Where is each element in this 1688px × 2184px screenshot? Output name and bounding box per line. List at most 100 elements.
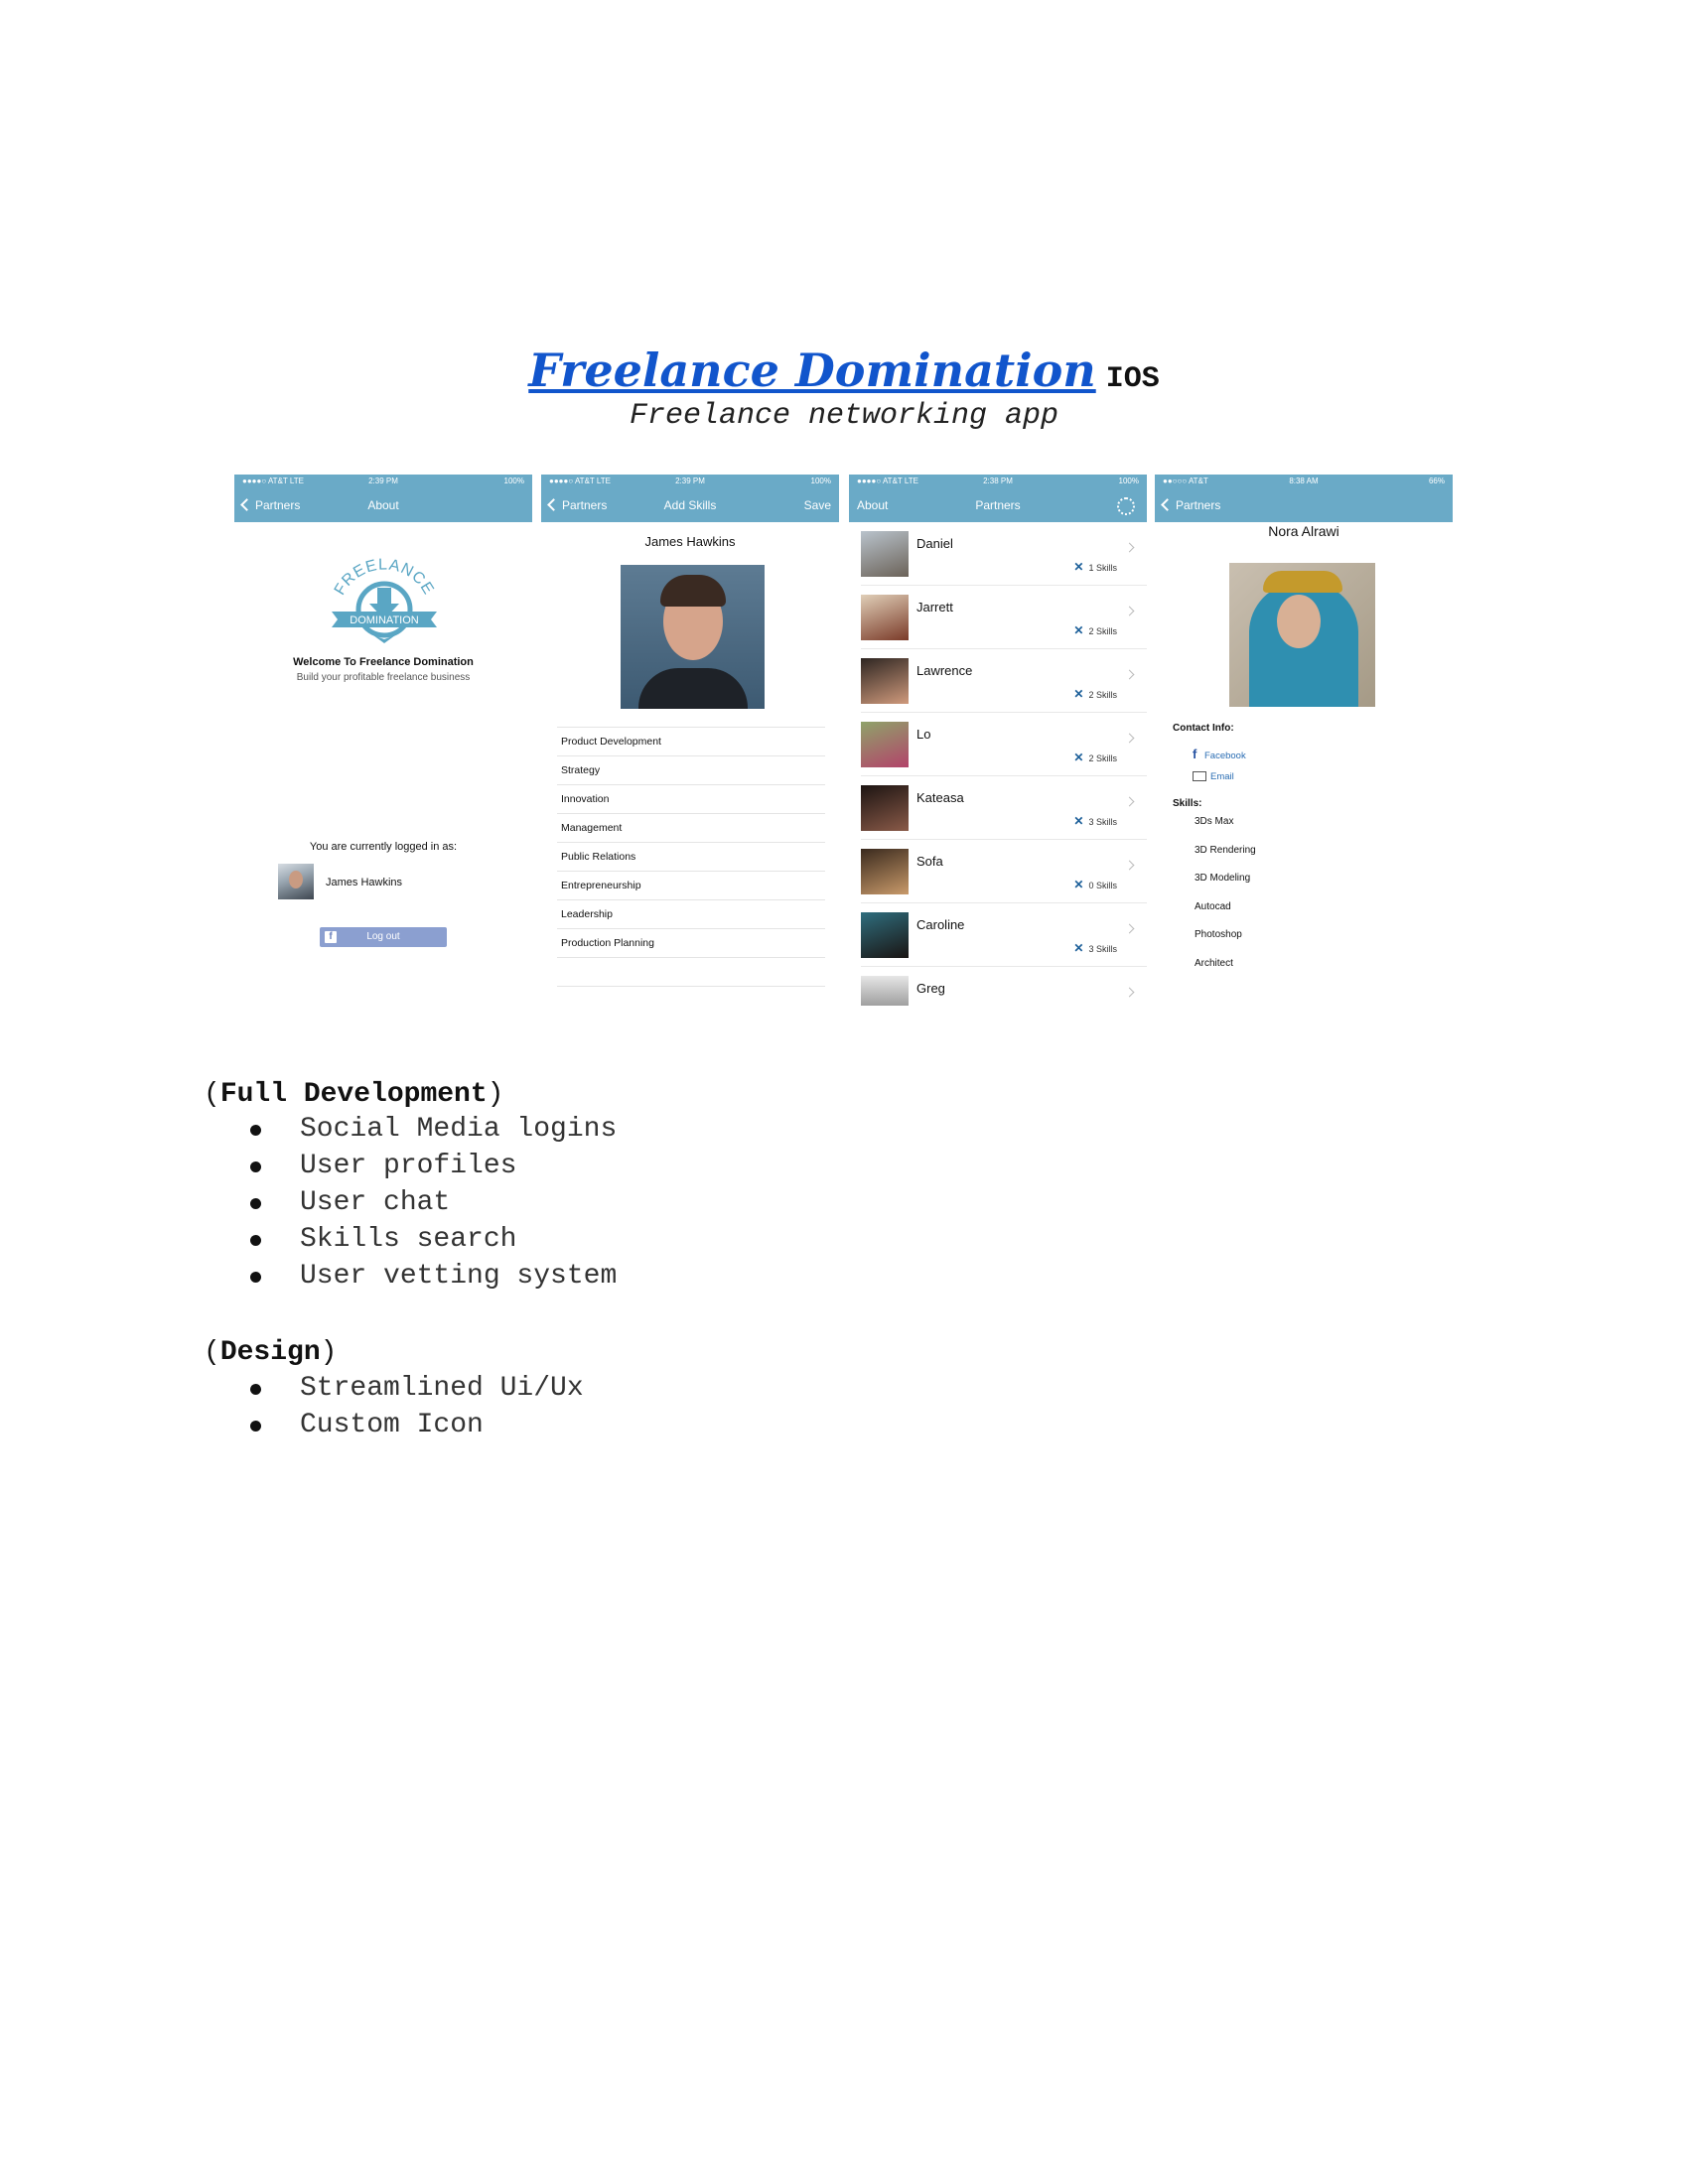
logged-in-label: You are currently logged in as: <box>309 841 458 853</box>
add-skills-screen: ●●●●○ AT&T LTE 2:39 PM 100% Partners Add… <box>541 475 839 1006</box>
tools-icon: ✕ <box>1073 878 1084 891</box>
nav-title: About <box>367 498 399 512</box>
design-heading: (Design) <box>204 1337 338 1368</box>
freelance-domination-logo: FREELANCE DOMINATION <box>332 556 437 643</box>
status-time: 2:39 PM <box>675 477 705 485</box>
save-button[interactable]: Save <box>804 498 831 512</box>
logged-in-user-name: James Hawkins <box>326 877 403 888</box>
about-screen: ●●●●○ AT&T LTE 2:39 PM 100% Partners Abo… <box>234 475 532 1006</box>
nav-bar: Partners About <box>234 488 532 522</box>
facebook-link[interactable]: f Facebook <box>1193 747 1246 761</box>
tools-icon: ✕ <box>1073 687 1084 701</box>
chevron-right-icon <box>1124 606 1135 616</box>
partner-name: Lawrence <box>916 663 973 678</box>
logout-button[interactable]: f Log out <box>320 927 447 947</box>
back-button-label: Partners <box>1176 498 1221 512</box>
skills-heading: Skills: <box>1173 798 1202 809</box>
skills-list: Product Development Strategy Innovation … <box>557 727 825 987</box>
partner-row[interactable]: Jarrett ✕ 2 Skills <box>861 586 1147 649</box>
status-bar: ●●○○○ AT&T 8:38 AM 66% <box>1155 475 1453 488</box>
facebook-icon: f <box>325 931 337 943</box>
skill-item[interactable]: Innovation <box>557 785 825 814</box>
partners-screen: ●●●●○ AT&T LTE 2:38 PM 100% About Partne… <box>849 475 1147 1006</box>
profile-name: Nora Alrawi <box>1268 523 1339 539</box>
tools-icon: ✕ <box>1073 751 1084 764</box>
chevron-right-icon <box>1124 923 1135 934</box>
nav-bar: Partners Add Skills Save <box>541 488 839 522</box>
full-development-heading: (Full Development) <box>204 1079 504 1110</box>
welcome-heading: Welcome To Freelance Domination <box>293 656 474 668</box>
feature-item: Social Media logins <box>248 1111 617 1148</box>
design-list: Streamlined Ui/Ux Custom Icon <box>248 1370 584 1443</box>
partner-name: Daniel <box>916 536 953 551</box>
battery-label: 66% <box>1428 477 1445 485</box>
profile-skill: 3Ds Max <box>1195 816 1234 827</box>
partner-name: Kateasa <box>916 790 964 805</box>
partner-row[interactable]: Kateasa ✕ 3 Skills <box>861 776 1147 840</box>
subtitle: Freelance networking app <box>629 399 1059 433</box>
partner-skills: ✕ 2 Skills <box>1073 623 1117 637</box>
nav-title: Add Skills <box>663 498 717 512</box>
feature-item: Streamlined Ui/Ux <box>248 1370 584 1407</box>
title-suffix: IOS <box>1105 362 1160 396</box>
skill-item[interactable]: Public Relations <box>557 843 825 872</box>
skill-item[interactable]: Entrepreneurship <box>557 872 825 900</box>
status-time: 2:38 PM <box>983 477 1013 485</box>
skill-item[interactable]: Product Development <box>557 728 825 756</box>
partner-name: Lo <box>916 727 931 742</box>
chevron-right-icon <box>1124 542 1135 553</box>
skill-item-empty[interactable] <box>557 958 825 987</box>
chevron-left-icon <box>1161 498 1174 512</box>
feature-item: Skills search <box>248 1221 617 1258</box>
tools-icon: ✕ <box>1073 560 1084 574</box>
gear-icon[interactable] <box>1117 497 1135 515</box>
title-link[interactable]: Freelance Domination <box>528 343 1095 397</box>
skill-item[interactable]: Strategy <box>557 756 825 785</box>
partner-name: Sofa <box>916 854 943 869</box>
partner-name: Jarrett <box>916 600 953 614</box>
skill-item[interactable]: Management <box>557 814 825 843</box>
profile-skills-list: 3Ds Max 3D Rendering 3D Modeling Autocad… <box>1195 816 1256 986</box>
battery-label: 100% <box>1118 477 1139 485</box>
partner-thumbnail <box>861 849 909 894</box>
skill-item[interactable]: Production Planning <box>557 929 825 958</box>
nav-bar: About Partners <box>849 488 1147 522</box>
profile-photo <box>621 565 765 709</box>
logo-text-banner: DOMINATION <box>350 614 419 626</box>
back-button[interactable]: Partners <box>1161 498 1221 512</box>
partner-row[interactable]: Lo ✕ 2 Skills <box>861 713 1147 776</box>
partner-thumbnail <box>861 785 909 831</box>
partner-skills: ✕ 1 Skills <box>1073 560 1117 574</box>
feature-item: Custom Icon <box>248 1407 584 1443</box>
chevron-right-icon <box>1124 669 1135 680</box>
contact-info-heading: Contact Info: <box>1173 723 1234 734</box>
tools-icon: ✕ <box>1073 623 1084 637</box>
chevron-right-icon <box>1124 796 1135 807</box>
email-link[interactable]: Email <box>1193 771 1234 782</box>
partner-row[interactable]: Lawrence ✕ 2 Skills <box>861 649 1147 713</box>
tagline: Build your profitable freelance business <box>296 672 471 683</box>
feature-item: User profiles <box>248 1148 617 1184</box>
partner-thumbnail <box>861 595 909 640</box>
partner-row[interactable]: Daniel ✕ 1 Skills <box>861 522 1147 586</box>
chevron-right-icon <box>1124 860 1135 871</box>
partner-skills: ✕ 2 Skills <box>1073 751 1117 764</box>
feature-item: User vetting system <box>248 1258 617 1295</box>
full-development-list: Social Media logins User profiles User c… <box>248 1111 617 1295</box>
partner-thumbnail <box>861 658 909 704</box>
profile-skill: Autocad <box>1195 900 1231 912</box>
nav-title: Partners <box>975 498 1021 512</box>
status-time: 2:39 PM <box>368 477 398 485</box>
avatar <box>278 864 314 899</box>
partner-skills: ✕ 2 Skills <box>1073 687 1117 701</box>
partner-row[interactable]: Caroline ✕ 3 Skills <box>861 903 1147 967</box>
partner-row[interactable]: Greg <box>861 967 1147 1006</box>
status-time: 8:38 AM <box>1289 477 1319 485</box>
partner-row[interactable]: Sofa ✕ 0 Skills <box>861 840 1147 903</box>
skill-item[interactable]: Leadership <box>557 900 825 929</box>
partner-name: Greg <box>916 981 945 996</box>
battery-label: 100% <box>503 477 524 485</box>
status-bar: ●●●●○ AT&T LTE 2:38 PM 100% <box>849 475 1147 488</box>
envelope-icon <box>1193 771 1206 782</box>
chevron-right-icon <box>1124 733 1135 744</box>
